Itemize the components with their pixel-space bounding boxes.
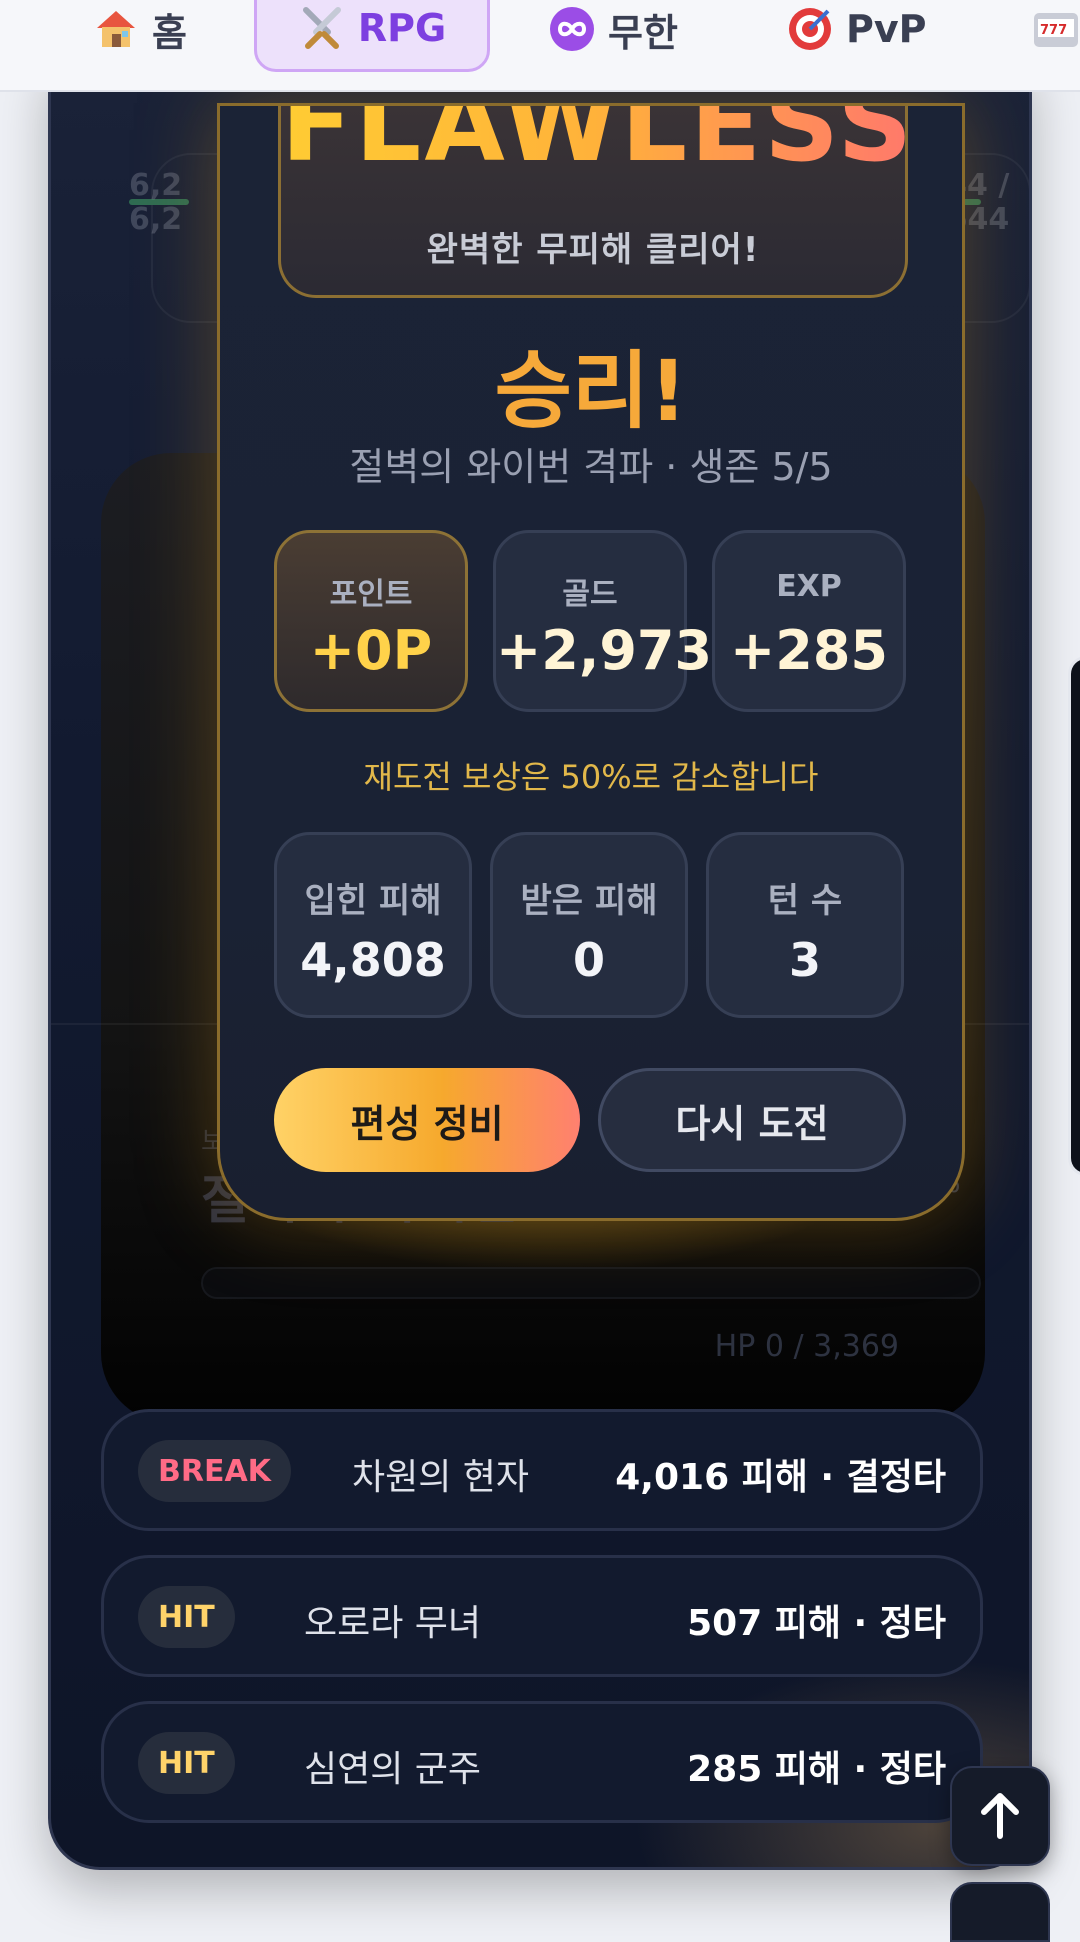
reward-exp-label: EXP bbox=[776, 569, 842, 604]
background-stat-left: 6,2 6,2 bbox=[129, 168, 183, 237]
tab-infinite-label: 무한 bbox=[608, 10, 678, 55]
log-character-name: 오로라 무녀 bbox=[304, 1603, 482, 1644]
reward-exp-value: +285 bbox=[730, 619, 888, 682]
stat-turns-value: 3 bbox=[788, 933, 821, 987]
tab-home-label: 홈 bbox=[152, 10, 187, 55]
retry-button[interactable]: 다시 도전 bbox=[598, 1068, 906, 1172]
reward-exp-box: EXP +285 bbox=[712, 530, 906, 712]
log-result: 4,016 피해 · 결정타 bbox=[615, 1457, 946, 1498]
tab-home[interactable]: 홈 bbox=[92, 0, 187, 72]
tab-rpg[interactable]: RPG bbox=[254, 0, 490, 72]
reward-points-label: 포인트 bbox=[329, 577, 413, 612]
arrow-up-icon bbox=[976, 1788, 1024, 1844]
reward-gold-value: +2,973 bbox=[496, 619, 713, 682]
stat-damage-dealt-box: 입힌 피해 4,808 bbox=[274, 832, 472, 1018]
floating-button-secondary[interactable] bbox=[950, 1882, 1050, 1942]
flawless-banner: FLAWLESS 완벽한 무피해 클리어! bbox=[278, 106, 912, 298]
stat-damage-taken-label: 받은 피해 bbox=[520, 881, 658, 921]
svg-text:777: 777 bbox=[1040, 23, 1067, 38]
background-boss-hp-text: HP 0 / 3,369 bbox=[714, 1329, 899, 1364]
slot-machine-icon: 777 bbox=[1032, 5, 1080, 53]
flawless-subtitle: 완벽한 무피해 클리어! bbox=[426, 230, 760, 270]
tab-slot[interactable]: 777 bbox=[1032, 0, 1080, 72]
target-icon bbox=[786, 5, 834, 53]
log-badge-break: BREAK bbox=[138, 1440, 291, 1502]
formation-button[interactable]: 편성 정비 bbox=[274, 1068, 580, 1172]
reward-points-box: 포인트 +0P bbox=[274, 530, 468, 712]
stat-damage-taken-value: 0 bbox=[572, 933, 605, 987]
log-result: 507 피해 · 정타 bbox=[687, 1603, 946, 1644]
log-badge-hit: HIT bbox=[138, 1732, 235, 1794]
top-nav: 홈 RPG 무한 PvP 777 bbox=[0, 0, 1080, 92]
flawless-title: FLAWLESS bbox=[281, 106, 912, 184]
stat-damage-dealt-value: 4,808 bbox=[300, 933, 446, 987]
log-item: BREAK 차원의 현자 4,016 피해 · 결정타 bbox=[101, 1409, 983, 1531]
scroll-top-button[interactable] bbox=[950, 1766, 1050, 1866]
stat-turns-label: 턴 수 bbox=[767, 881, 843, 921]
stat-damage-dealt-label: 입힌 피해 bbox=[304, 881, 442, 921]
log-character-name: 차원의 현자 bbox=[352, 1457, 530, 1498]
log-item: HIT 심연의 군주 285 피해 · 정타 bbox=[101, 1701, 983, 1823]
infinity-icon bbox=[548, 5, 596, 53]
result-modal: FLAWLESS 완벽한 무피해 클리어! 승리! 절벽의 와이번 격파 · 생… bbox=[217, 103, 965, 1221]
stat-turns-box: 턴 수 3 bbox=[706, 832, 904, 1018]
retry-reward-note: 재도전 보상은 50%로 감소합니다 bbox=[363, 758, 819, 796]
house-icon bbox=[92, 5, 140, 53]
tab-pvp-label: PvP bbox=[846, 7, 927, 51]
reward-gold-box: 골드 +2,973 bbox=[493, 530, 713, 712]
log-item: HIT 오로라 무녀 507 피해 · 정타 bbox=[101, 1555, 983, 1677]
battle-panel: 6,2 6,2 7,644 / 7,644 보 절벽의 와이번 0% HP 0 … bbox=[48, 60, 1032, 1870]
side-drawer-handle[interactable] bbox=[1068, 656, 1080, 1176]
crossed-swords-icon bbox=[298, 4, 346, 52]
stage-result-line: 절벽의 와이번 격파 · 생존 5/5 bbox=[349, 445, 833, 489]
stat-damage-taken-box: 받은 피해 0 bbox=[490, 832, 688, 1018]
tab-pvp[interactable]: PvP bbox=[786, 0, 926, 72]
tab-infinite[interactable]: 무한 bbox=[548, 0, 678, 72]
reward-gold-label: 골드 bbox=[562, 577, 618, 612]
background-boss-hp-bar bbox=[201, 1267, 981, 1299]
victory-title: 승리! bbox=[494, 342, 688, 440]
log-result: 285 피해 · 정타 bbox=[687, 1749, 946, 1790]
tab-rpg-label: RPG bbox=[357, 6, 447, 50]
log-badge-hit: HIT bbox=[138, 1586, 235, 1648]
log-character-name: 심연의 군주 bbox=[304, 1749, 482, 1790]
reward-points-value: +0P bbox=[309, 619, 433, 682]
